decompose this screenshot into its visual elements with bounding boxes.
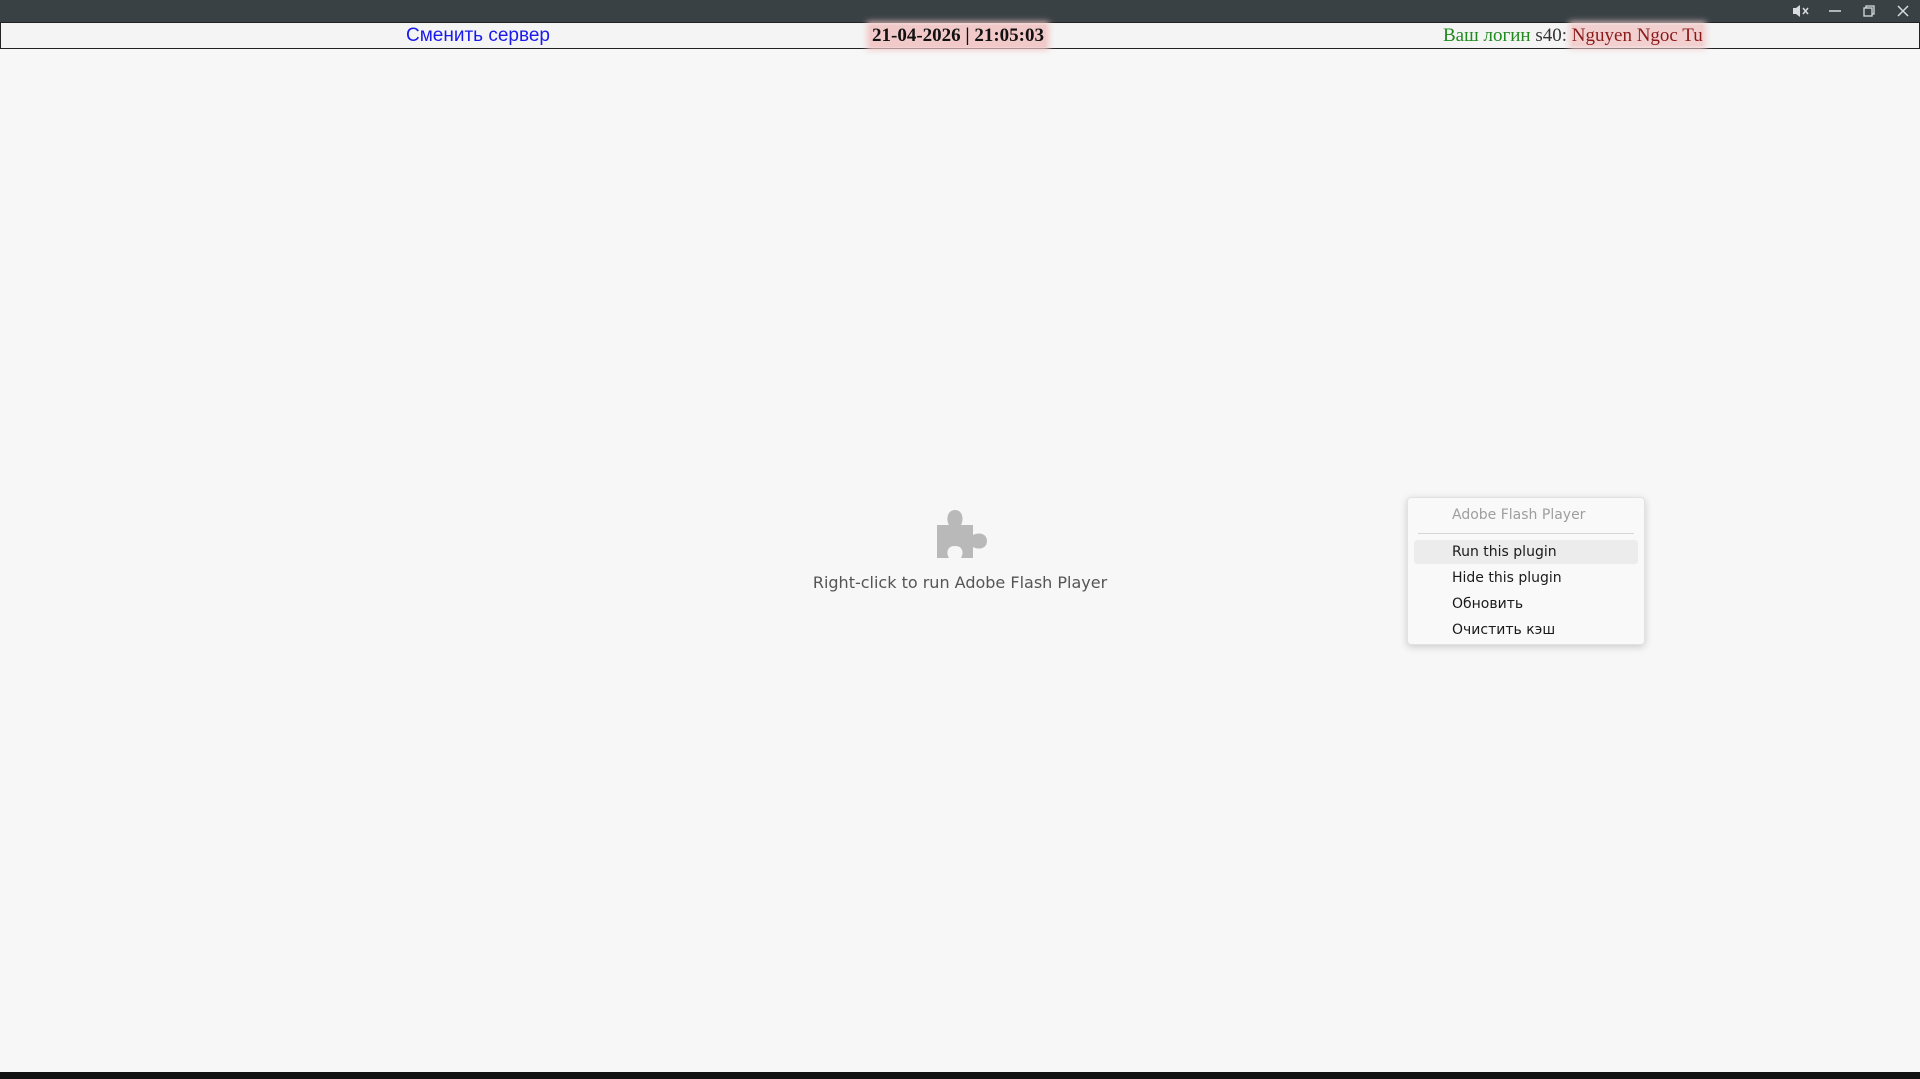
menu-item-hide-plugin[interactable]: Hide this plugin <box>1414 566 1638 590</box>
datetime-display: 21-04-2026 | 21:05:03 <box>870 25 1046 47</box>
minimize-icon[interactable] <box>1818 0 1852 22</box>
flash-plugin-placeholder[interactable]: Right-click to run Adobe Flash Player <box>760 505 1160 592</box>
login-info: Ваш логин s40: Nguyen Ngoc Tu <box>1443 25 1703 47</box>
menu-item-clear-cache[interactable]: Очистить кэш <box>1414 618 1638 642</box>
change-server-link[interactable]: Сменить сервер <box>406 25 550 47</box>
menu-item-run-plugin[interactable]: Run this plugin <box>1414 540 1638 564</box>
plugin-message: Right-click to run Adobe Flash Player <box>812 573 1108 592</box>
close-icon[interactable] <box>1886 0 1920 22</box>
context-menu: Adobe Flash Player Run this plugin Hide … <box>1407 497 1645 645</box>
username: Nguyen Ngoc Tu <box>1571 25 1703 46</box>
window-titlebar <box>0 0 1920 22</box>
window-controls <box>1784 0 1920 22</box>
puzzle-piece-icon <box>937 510 987 558</box>
context-menu-header: Adobe Flash Player <box>1452 507 1586 523</box>
login-label: Ваш логин <box>1443 25 1531 46</box>
info-bar: Сменить сервер 21-04-2026 | 21:05:03 Ваш… <box>0 22 1920 49</box>
context-menu-separator <box>1418 533 1634 534</box>
mute-icon[interactable] <box>1784 0 1818 22</box>
menu-item-refresh[interactable]: Обновить <box>1414 592 1638 616</box>
server-id: s40: <box>1535 25 1568 46</box>
bottom-edge <box>0 1072 1920 1079</box>
restore-icon[interactable] <box>1852 0 1886 22</box>
